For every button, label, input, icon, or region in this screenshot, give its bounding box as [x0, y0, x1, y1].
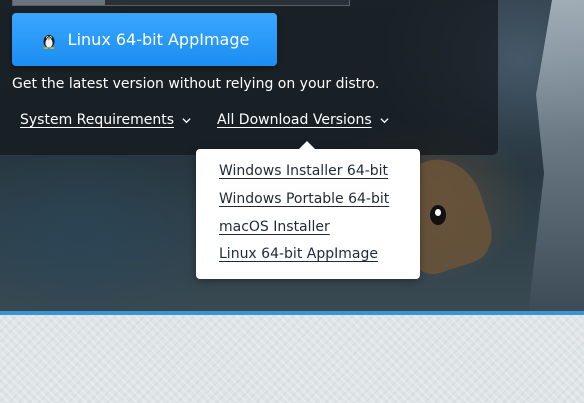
dropdown-item-windows-installer[interactable]: Windows Installer 64-bit: [219, 163, 388, 179]
previous-button-segment: [13, 0, 105, 5]
background-creature-eye: [430, 205, 446, 225]
dropdown-caret: [298, 141, 316, 150]
system-requirements-link[interactable]: System Requirements: [20, 112, 191, 128]
background-cliff: [528, 0, 584, 315]
previous-button-strip: [12, 0, 350, 6]
chevron-down-icon: [182, 117, 191, 123]
download-panel: Linux 64-bit AppImage Get the latest ver…: [0, 0, 498, 155]
system-requirements-label: System Requirements: [20, 112, 174, 128]
download-tagline: Get the latest version without relying o…: [12, 76, 380, 92]
dropdown-item-macos-installer[interactable]: macOS Installer: [219, 219, 330, 235]
dropdown-item-linux-appimage[interactable]: Linux 64-bit AppImage: [219, 246, 378, 262]
download-button-label: Linux 64-bit AppImage: [67, 30, 250, 49]
chevron-down-icon: [380, 117, 389, 123]
tux-icon: [43, 34, 55, 49]
download-versions-dropdown: Windows Installer 64-bit Windows Portabl…: [196, 141, 420, 279]
all-download-versions-link[interactable]: All Download Versions: [217, 112, 389, 128]
lower-textured-section: [0, 315, 584, 403]
download-linux-appimage-button[interactable]: Linux 64-bit AppImage: [12, 13, 277, 66]
download-page: Linux 64-bit AppImage Get the latest ver…: [0, 0, 584, 403]
all-download-versions-label: All Download Versions: [217, 112, 372, 128]
dropdown-item-windows-portable[interactable]: Windows Portable 64-bit: [219, 191, 389, 207]
